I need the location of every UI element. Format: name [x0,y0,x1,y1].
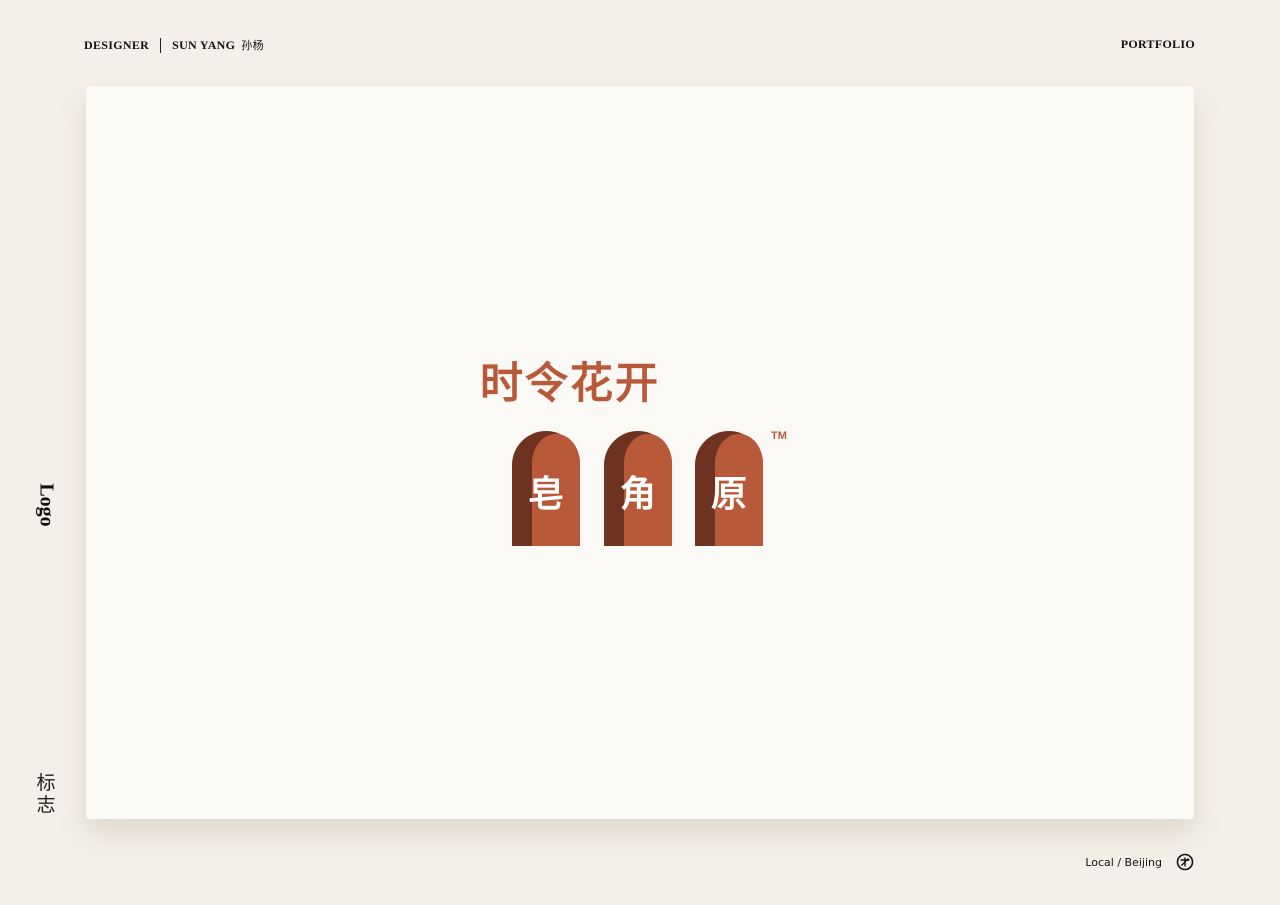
header-designer: DESIGNER SUN YANG 孙杨 [84,37,264,53]
logo-char-2: 角 [619,474,656,515]
designer-label: DESIGNER [84,37,150,52]
footer: Local / Beijing [1085,853,1194,871]
category-label-en: Logo [35,483,58,527]
location-label: Local / Beijing [1085,855,1162,869]
portfolio-label: PORTFOLIO [1120,37,1195,51]
designer-name-cn: 孙杨 [241,39,264,52]
designer-name: SUN YANG [172,37,236,52]
brand-logo: 时令花开 TM 皂 角 原 [480,358,810,553]
logo-arch-1: 皂 [512,431,580,546]
header-divider [160,37,162,53]
stamp-icon [1176,853,1194,871]
category-label-cn: 标志 [36,772,56,816]
logo-title: 时令花开 [480,359,660,409]
trademark-mark: TM [771,430,787,442]
logo-char-1: 皂 [527,474,564,515]
logo-char-3: 原 [710,474,747,515]
logo-arch-2: 角 [604,431,672,546]
logo-arch-3: 原 [695,431,763,546]
